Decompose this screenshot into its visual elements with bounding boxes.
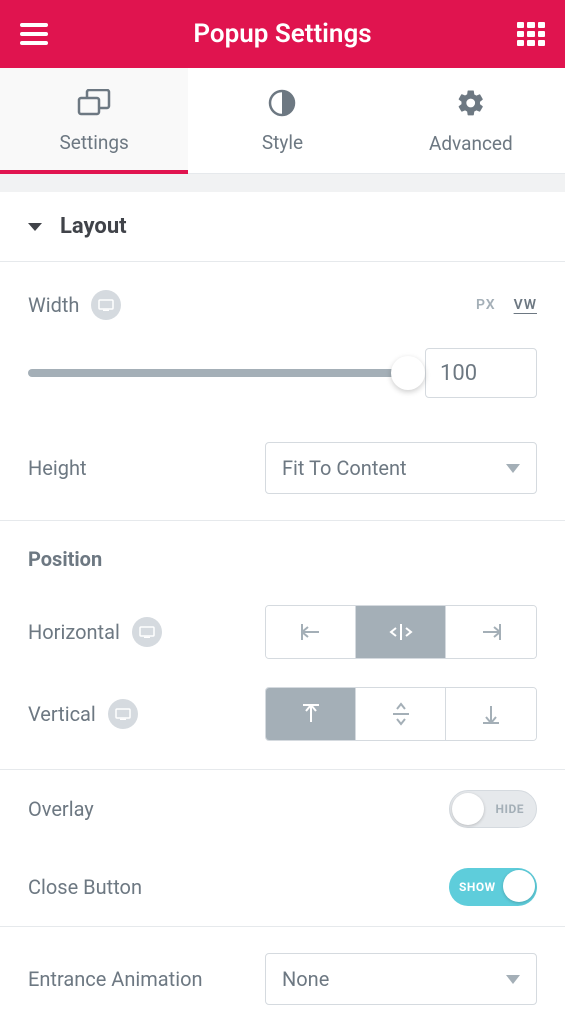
- toggle-text: SHOW: [459, 880, 496, 894]
- align-center-button[interactable]: [356, 606, 446, 658]
- entrance-animation-select[interactable]: None: [265, 953, 537, 1005]
- tab-label: Settings: [59, 131, 128, 154]
- width-input[interactable]: [425, 348, 537, 398]
- height-select[interactable]: Fit To Content: [265, 442, 537, 494]
- spacer: [0, 174, 565, 192]
- align-middle-button[interactable]: [356, 688, 446, 740]
- overlay-label: Overlay: [28, 797, 94, 821]
- menu-icon[interactable]: [20, 23, 48, 45]
- control-overlay: Overlay HIDE: [0, 770, 565, 848]
- horizontal-label: Horizontal: [28, 620, 120, 644]
- unit-vw[interactable]: VW: [514, 297, 537, 313]
- horizontal-align-group: [265, 605, 537, 659]
- width-label: Width: [28, 293, 79, 317]
- overlay-toggle[interactable]: HIDE: [449, 790, 537, 828]
- apps-icon[interactable]: [517, 22, 545, 46]
- control-horizontal-position: Horizontal: [0, 591, 565, 673]
- entrance-animation-label: Entrance Animation: [28, 967, 203, 991]
- control-width: Width PX VW: [0, 262, 565, 416]
- width-slider[interactable]: [28, 369, 409, 377]
- responsive-icon[interactable]: [132, 617, 162, 647]
- chevron-down-icon: [506, 975, 520, 984]
- section-header-layout[interactable]: Layout: [0, 192, 565, 261]
- unit-px[interactable]: PX: [476, 297, 496, 313]
- responsive-icon[interactable]: [91, 290, 121, 320]
- page-title: Popup Settings: [48, 19, 517, 49]
- chevron-down-icon: [506, 464, 520, 473]
- align-left-button[interactable]: [266, 606, 356, 658]
- control-close-button: Close Button SHOW: [0, 848, 565, 926]
- control-height: Height Fit To Content: [0, 416, 565, 520]
- toggle-knob: [503, 870, 535, 902]
- select-value: Fit To Content: [282, 456, 407, 480]
- responsive-icon[interactable]: [108, 699, 138, 729]
- unit-switcher: PX VW: [476, 297, 537, 313]
- close-button-toggle[interactable]: SHOW: [449, 868, 537, 906]
- spacer: [0, 755, 565, 769]
- align-bottom-button[interactable]: [446, 688, 536, 740]
- settings-layers-icon: [77, 89, 111, 121]
- vertical-label: Vertical: [28, 702, 96, 726]
- vertical-align-group: [265, 687, 537, 741]
- header: Popup Settings: [0, 0, 565, 68]
- select-value: None: [282, 967, 329, 991]
- toggle-knob: [452, 793, 484, 825]
- section-title: Layout: [60, 214, 127, 239]
- tab-label: Advanced: [429, 132, 513, 155]
- control-vertical-position: Vertical: [0, 673, 565, 755]
- tab-advanced[interactable]: Advanced: [377, 68, 565, 173]
- tab-settings[interactable]: Settings: [0, 68, 188, 173]
- slider-thumb[interactable]: [391, 356, 425, 390]
- tab-label: Style: [262, 131, 303, 154]
- align-right-button[interactable]: [446, 606, 536, 658]
- contrast-icon: [268, 89, 296, 121]
- close-button-label: Close Button: [28, 875, 142, 899]
- toggle-text: HIDE: [495, 802, 524, 816]
- height-label: Height: [28, 456, 87, 480]
- gear-icon: [456, 88, 486, 122]
- tabs: Settings Style Advanced: [0, 68, 565, 174]
- caret-down-icon: [28, 223, 42, 231]
- align-top-button[interactable]: [266, 688, 356, 740]
- control-entrance-animation: Entrance Animation None: [0, 927, 565, 1005]
- position-title: Position: [0, 521, 565, 591]
- tab-style[interactable]: Style: [188, 68, 376, 173]
